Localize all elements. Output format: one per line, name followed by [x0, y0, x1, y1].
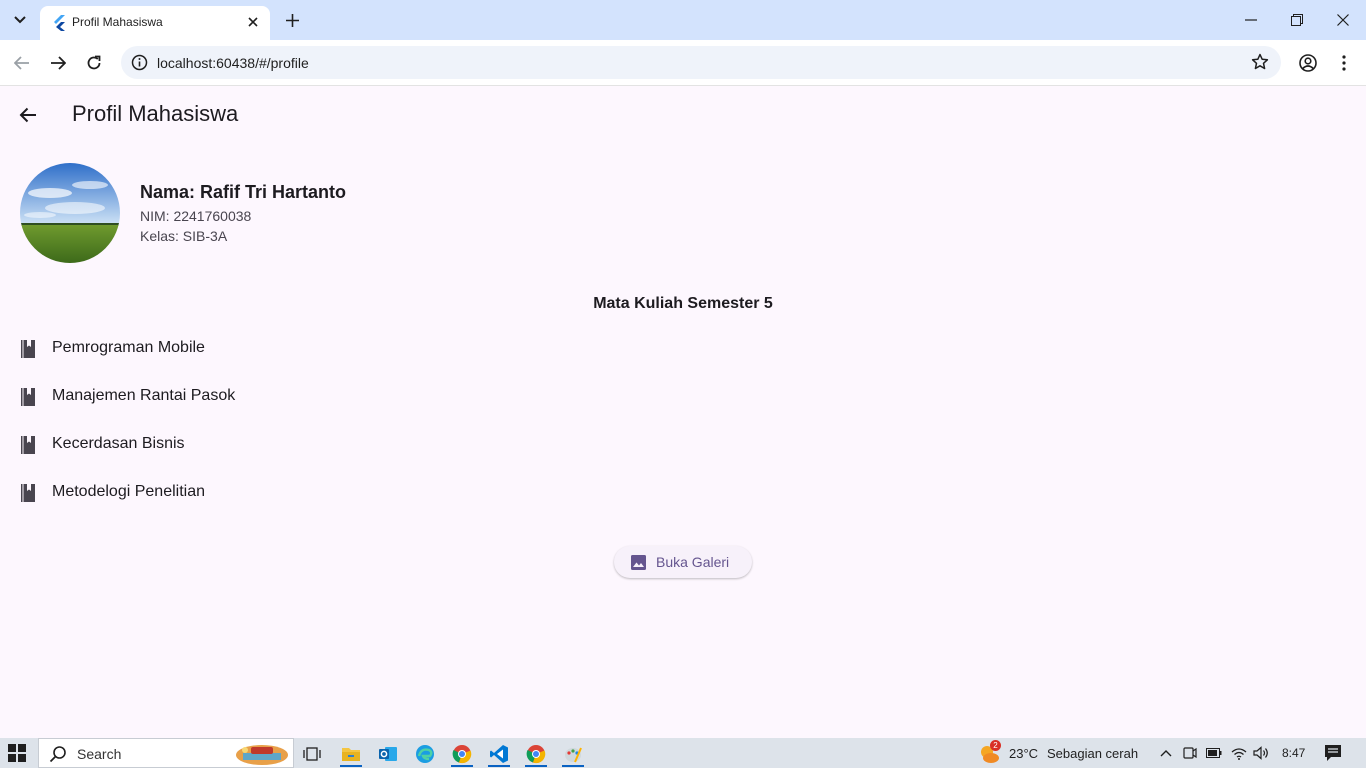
file-explorer-icon[interactable] — [338, 741, 364, 767]
battery-icon[interactable] — [1206, 745, 1222, 761]
running-indicator — [340, 765, 362, 767]
student-class: Kelas: SIB-3A — [140, 228, 228, 244]
list-item: Manajemen Rantai Pasok — [0, 373, 600, 421]
weather-notification-badge: 2 — [990, 740, 1001, 751]
book-icon — [21, 388, 35, 406]
notification-center-icon[interactable] — [1324, 744, 1342, 762]
weather-description[interactable]: Sebagian cerah — [1047, 746, 1138, 761]
meet-now-camera-icon[interactable] — [1182, 745, 1198, 761]
courses-section-title: Mata Kuliah Semester 5 — [593, 295, 773, 312]
taskbar-search-label: Search — [77, 746, 122, 762]
weather-temperature[interactable]: 23°C — [1009, 746, 1038, 761]
running-indicator — [562, 765, 584, 767]
browser-tab-strip: Profil Mahasiswa — [0, 0, 1366, 40]
list-item: Pemrograman Mobile — [0, 325, 600, 373]
browser-toolbar: localhost:60438/#/profile — [0, 40, 1366, 86]
system-clock[interactable]: 8:47 — [1282, 746, 1305, 760]
course-label: Kecerdasan Bisnis — [52, 435, 185, 452]
browser-tab-active[interactable]: Profil Mahasiswa — [40, 6, 270, 40]
app-back-arrow-icon[interactable] — [16, 103, 40, 127]
windows-start-icon[interactable] — [8, 744, 26, 762]
browser-menu-kebab-icon[interactable] — [1332, 51, 1356, 75]
window-restore-icon[interactable] — [1284, 8, 1310, 32]
open-gallery-button[interactable]: Buka Galeri — [614, 546, 752, 578]
image-icon — [631, 555, 646, 570]
bookmark-star-icon[interactable] — [1251, 53, 1269, 71]
flutter-favicon-icon — [54, 15, 65, 31]
taskbar-search-box[interactable]: Search — [38, 738, 294, 768]
tab-search-chevron-icon[interactable] — [6, 7, 34, 33]
os-taskbar: Search 2 23°C Sebagian cerah 8:47 — [0, 738, 1366, 768]
avatar-landscape-image — [20, 163, 120, 263]
tab-title: Profil Mahasiswa — [72, 15, 163, 29]
window-minimize-icon[interactable] — [1238, 8, 1264, 32]
list-item: Kecerdasan Bisnis — [0, 421, 600, 469]
wifi-icon[interactable] — [1231, 745, 1247, 761]
edge-browser-icon[interactable] — [412, 741, 438, 767]
running-indicator — [451, 765, 473, 767]
volume-speaker-icon[interactable] — [1253, 745, 1269, 761]
course-label: Metodelogi Penelitian — [52, 483, 205, 500]
book-icon — [21, 340, 35, 358]
chrome-icon[interactable] — [523, 741, 549, 767]
outlook-icon[interactable] — [375, 741, 401, 767]
show-hidden-icons-chevron-icon[interactable] — [1158, 745, 1174, 761]
window-close-icon[interactable] — [1330, 8, 1356, 32]
vscode-icon[interactable] — [486, 741, 512, 767]
browser-back-arrow-icon[interactable] — [10, 51, 34, 75]
chrome-icon[interactable] — [449, 741, 475, 767]
avatar — [20, 163, 120, 263]
search-icon — [49, 746, 66, 763]
site-info-icon[interactable] — [131, 54, 148, 71]
book-icon — [21, 484, 35, 502]
course-label: Pemrograman Mobile — [52, 339, 205, 356]
running-indicator — [525, 765, 547, 767]
url-text[interactable]: localhost:60438/#/profile — [157, 55, 309, 71]
page-title: Profil Mahasiswa — [72, 101, 239, 126]
student-name: Nama: Rafif Tri Hartanto — [140, 182, 347, 202]
paint-app-icon[interactable] — [560, 741, 586, 767]
tab-close-icon[interactable] — [244, 13, 262, 31]
browser-reload-icon[interactable] — [82, 51, 106, 75]
search-highlight-illustration-icon — [236, 745, 288, 765]
profile-account-icon[interactable] — [1296, 51, 1320, 75]
running-indicator — [488, 765, 510, 767]
course-label: Manajemen Rantai Pasok — [52, 387, 236, 404]
student-nim: NIM: 2241760038 — [140, 208, 252, 224]
browser-forward-arrow-icon[interactable] — [46, 51, 70, 75]
new-tab-plus-icon[interactable] — [282, 10, 302, 30]
address-bar[interactable]: localhost:60438/#/profile — [121, 46, 1281, 79]
book-icon — [21, 436, 35, 454]
open-gallery-label: Buka Galeri — [656, 554, 730, 570]
task-view-icon[interactable] — [299, 741, 325, 767]
list-item: Metodelogi Penelitian — [0, 469, 600, 517]
